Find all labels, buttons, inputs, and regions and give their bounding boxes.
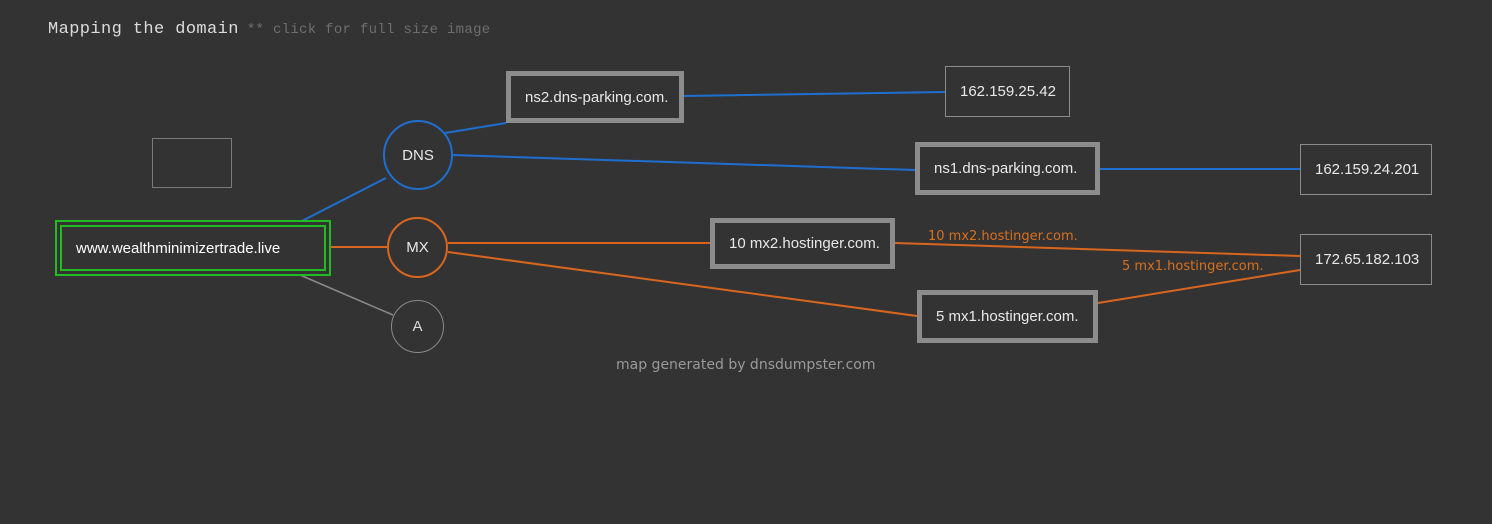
root-domain-node[interactable]: www.wealthminimizertrade.live: [55, 220, 331, 276]
edge-dns-ns2: [438, 122, 507, 135]
ip-label-162-159-24-201: 162.159.24.201: [1315, 161, 1420, 178]
mailserver-node-mx2[interactable]: 10 mx2.hostinger.com.: [710, 218, 895, 269]
edge-dns-ns1: [451, 154, 916, 171]
ip-label-172-65-182-103: 172.65.182.103: [1315, 251, 1420, 268]
nameserver-node-ns1[interactable]: ns1.dns-parking.com.: [915, 142, 1100, 195]
root-domain-label: www.wealthminimizertrade.live: [76, 239, 281, 257]
empty-placeholder-box: [152, 138, 232, 188]
edge-label-mx1: 5 mx1.hostinger.com.: [1122, 259, 1264, 274]
mailserver-label-mx2: 10 mx2.hostinger.com.: [729, 235, 880, 252]
nameserver-node-ns2[interactable]: ns2.dns-parking.com.: [506, 71, 684, 123]
nameserver-label-ns2: ns2.dns-parking.com.: [525, 88, 669, 106]
record-type-dns[interactable]: DNS: [383, 120, 453, 190]
nameserver-label-ns1: ns1.dns-parking.com.: [934, 160, 1078, 177]
root-domain-inner: www.wealthminimizertrade.live: [60, 225, 326, 271]
ip-node-172-65-182-103[interactable]: 172.65.182.103: [1300, 234, 1432, 285]
edge-domain-a: [299, 274, 394, 316]
edge-label-mx2: 10 mx2.hostinger.com.: [928, 229, 1078, 244]
record-type-mx[interactable]: MX: [387, 217, 448, 278]
record-type-mx-label: MX: [406, 239, 429, 256]
edge-ns2-ip: [683, 91, 946, 97]
edge-mx2-ip: [894, 242, 1301, 257]
mailserver-node-mx1[interactable]: 5 mx1.hostinger.com.: [917, 290, 1098, 343]
record-type-a[interactable]: A: [391, 300, 444, 353]
ip-node-162-159-24-201[interactable]: 162.159.24.201: [1300, 144, 1432, 195]
ip-label-162-159-25-42: 162.159.25.42: [960, 83, 1056, 100]
ip-node-162-159-25-42[interactable]: 162.159.25.42: [945, 66, 1070, 117]
edge-domain-dns: [299, 177, 387, 223]
record-type-dns-label: DNS: [402, 146, 434, 164]
mailserver-label-mx1: 5 mx1.hostinger.com.: [936, 308, 1079, 325]
edge-mx1-ip: [1097, 269, 1301, 304]
map-credit: map generated by dnsdumpster.com: [616, 357, 876, 373]
record-type-a-label: A: [412, 318, 423, 335]
